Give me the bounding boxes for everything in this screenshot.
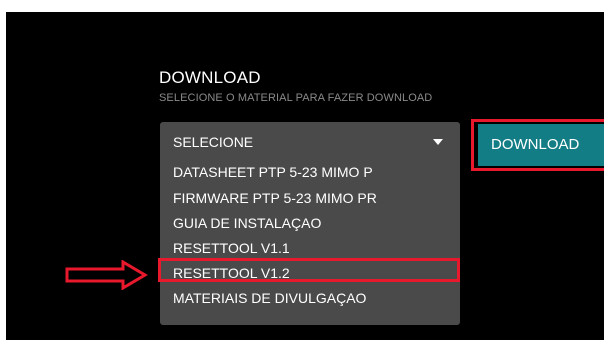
option-highlight-box bbox=[158, 258, 460, 282]
bottom-frame bbox=[0, 340, 604, 353]
left-frame bbox=[0, 0, 6, 353]
chevron-down-icon[interactable] bbox=[433, 139, 443, 145]
download-button-label: DOWNLOAD bbox=[491, 136, 580, 153]
option-materiais-divulgacao[interactable]: MATERIAIS DE DIVULGAÇAO bbox=[173, 290, 366, 306]
material-dropdown[interactable]: SELECIONE DATASHEET PTP 5-23 MIMO P FIRM… bbox=[160, 122, 460, 325]
top-frame bbox=[0, 0, 604, 12]
right-arrow-icon bbox=[65, 260, 148, 290]
download-button[interactable]: DOWNLOAD bbox=[478, 124, 604, 166]
page-title: DOWNLOAD bbox=[159, 68, 261, 87]
page-subtitle: SELECIONE O MATERIAL PARA FAZER DOWNLOAD bbox=[159, 92, 433, 104]
select-current[interactable]: SELECIONE bbox=[160, 122, 460, 160]
option-datasheet[interactable]: DATASHEET PTP 5-23 MIMO P bbox=[173, 164, 373, 180]
option-firmware[interactable]: FIRMWARE PTP 5-23 MIMO PR bbox=[173, 190, 377, 206]
select-current-label: SELECIONE bbox=[173, 134, 254, 150]
option-guia-instalacao[interactable]: GUIA DE INSTALAÇAO bbox=[173, 215, 321, 231]
option-resettool-v1-1[interactable]: RESETTOOL V1.1 bbox=[173, 240, 290, 256]
